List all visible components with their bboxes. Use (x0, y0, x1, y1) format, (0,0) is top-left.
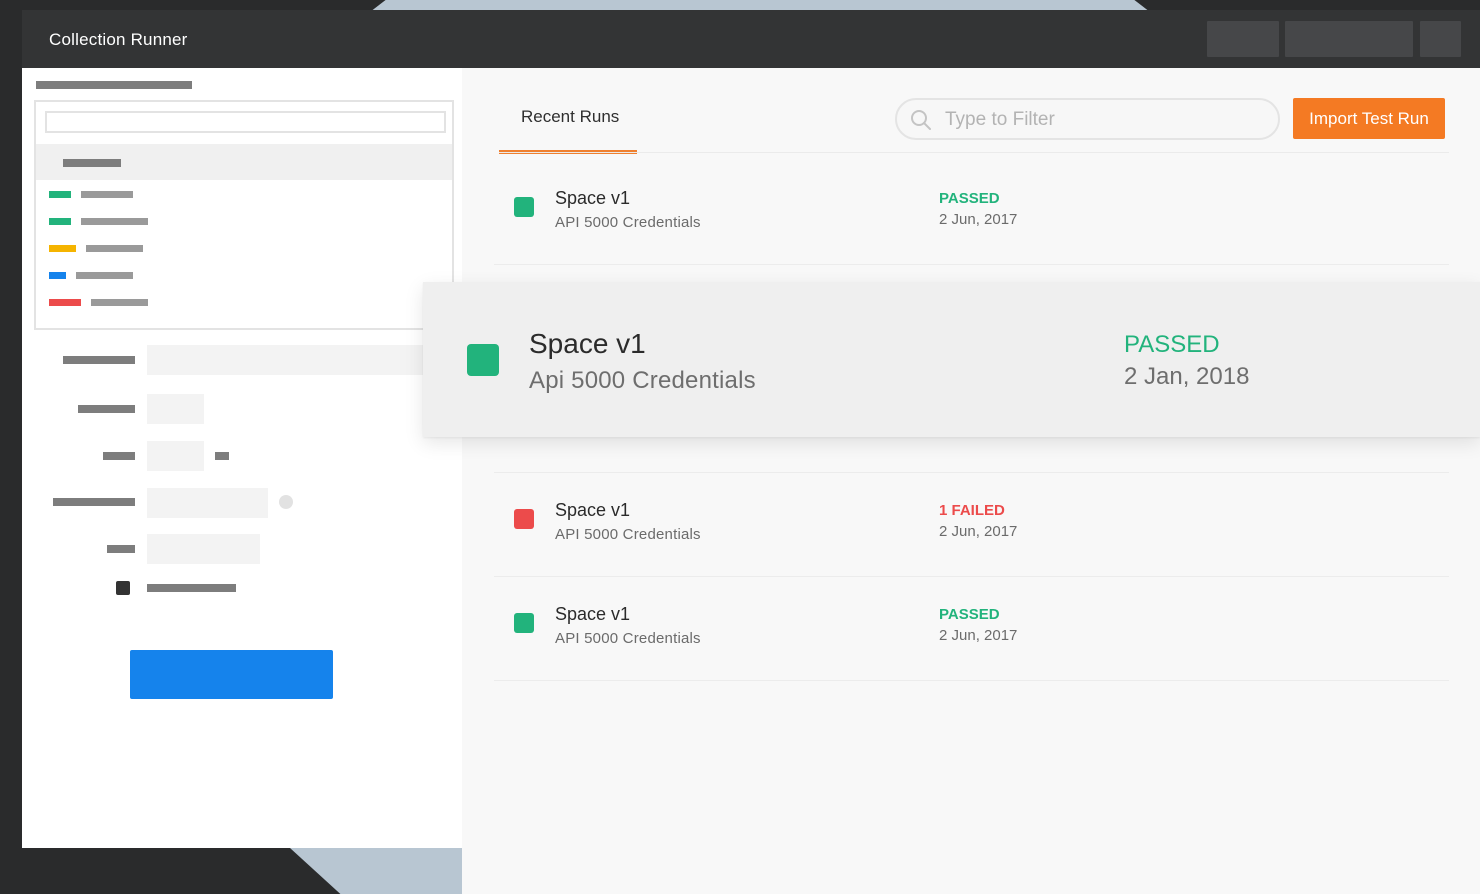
run-status: PASSED (939, 606, 1000, 623)
run-status: 1 FAILED (939, 502, 1005, 519)
tree-item-label-placeholder[interactable] (86, 245, 143, 252)
config-field[interactable] (147, 534, 260, 564)
run-name: Space v1 (555, 500, 631, 520)
run-description: API 5000 Credentials (555, 526, 701, 543)
info-dot-icon[interactable] (279, 495, 293, 509)
tree-item-swatch (49, 272, 66, 279)
tree-selected-item[interactable] (36, 144, 452, 180)
field-label-placeholder (53, 498, 135, 506)
tree-item-label-placeholder[interactable] (76, 272, 133, 279)
tree-item-swatch (49, 218, 71, 225)
tab-label: Recent Runs (521, 107, 620, 126)
checkbox[interactable] (116, 581, 130, 595)
status-square-icon (467, 344, 499, 376)
featured-run-status: PASSED (1124, 331, 1220, 358)
config-field[interactable] (147, 488, 268, 518)
config-field[interactable] (147, 394, 204, 424)
config-field[interactable] (147, 441, 204, 471)
filter-input[interactable] (945, 107, 1265, 133)
field-label-placeholder (103, 452, 135, 460)
tree-item-label-placeholder[interactable] (91, 299, 148, 306)
featured-run-name: Space v1 (529, 328, 646, 359)
run-row[interactable]: Space v1 API 5000 Credentials 1 FAILED 2… (494, 473, 1449, 577)
run-row[interactable]: Space v1 API 5000 Credentials PASSED 2 J… (494, 577, 1449, 681)
tree-item-swatch (49, 299, 81, 306)
run-status: PASSED (939, 190, 1000, 207)
checkbox-label-placeholder (147, 584, 236, 592)
field-unit-placeholder (215, 452, 229, 460)
window-title: Collection Runner (49, 30, 188, 49)
field-label-placeholder (63, 356, 135, 364)
featured-run-description: Api 5000 Credentials (529, 367, 756, 394)
filter-box (895, 98, 1280, 140)
tree-item-swatch (49, 191, 71, 198)
title-bar: Collection Runner (22, 10, 1480, 68)
run-row[interactable]: Space v1 API 5000 Credentials PASSED 2 J… (494, 161, 1449, 265)
field-label-placeholder (78, 405, 135, 413)
field-label-placeholder (107, 545, 135, 553)
collection-runner-window: Collection Runner Recent Runs Type to Fi… (22, 10, 1480, 894)
run-date: 2 Jun, 2017 (939, 523, 1018, 540)
status-square-icon (514, 509, 534, 529)
run-collection-button[interactable] (130, 650, 333, 699)
run-description: API 5000 Credentials (555, 214, 701, 231)
tree-search-input[interactable] (45, 111, 446, 133)
collection-tree (34, 100, 454, 330)
runner-config-panel (22, 68, 462, 848)
tree-item-label-placeholder[interactable] (81, 218, 148, 225)
status-square-icon (514, 197, 534, 217)
titlebar-button[interactable] (1285, 21, 1413, 57)
panel-heading-placeholder (36, 81, 192, 89)
recent-runs-panel: Recent Runs Import Test Run Space v1 API… (462, 68, 1480, 894)
import-test-run-button[interactable]: Import Test Run (1293, 98, 1445, 139)
tab-recent-runs[interactable]: Recent Runs (499, 90, 637, 154)
tree-item-swatch (49, 245, 76, 252)
run-date: 2 Jun, 2017 (939, 211, 1018, 228)
run-name: Space v1 (555, 188, 631, 208)
tree-item-label-placeholder (63, 159, 121, 167)
search-icon (911, 110, 931, 130)
config-field[interactable] (147, 345, 425, 375)
tabs-divider (499, 152, 1449, 153)
titlebar-button[interactable] (1207, 21, 1279, 57)
tree-item-label-placeholder[interactable] (81, 191, 133, 198)
run-description: API 5000 Credentials (555, 630, 701, 647)
featured-run-date: 2 Jan, 2018 (1124, 363, 1250, 390)
run-name: Space v1 (555, 604, 631, 624)
featured-run-card[interactable]: Space v1 Api 5000 Credentials PASSED 2 J… (423, 282, 1480, 437)
status-square-icon (514, 613, 534, 633)
titlebar-button[interactable] (1420, 21, 1461, 57)
run-date: 2 Jun, 2017 (939, 627, 1018, 644)
